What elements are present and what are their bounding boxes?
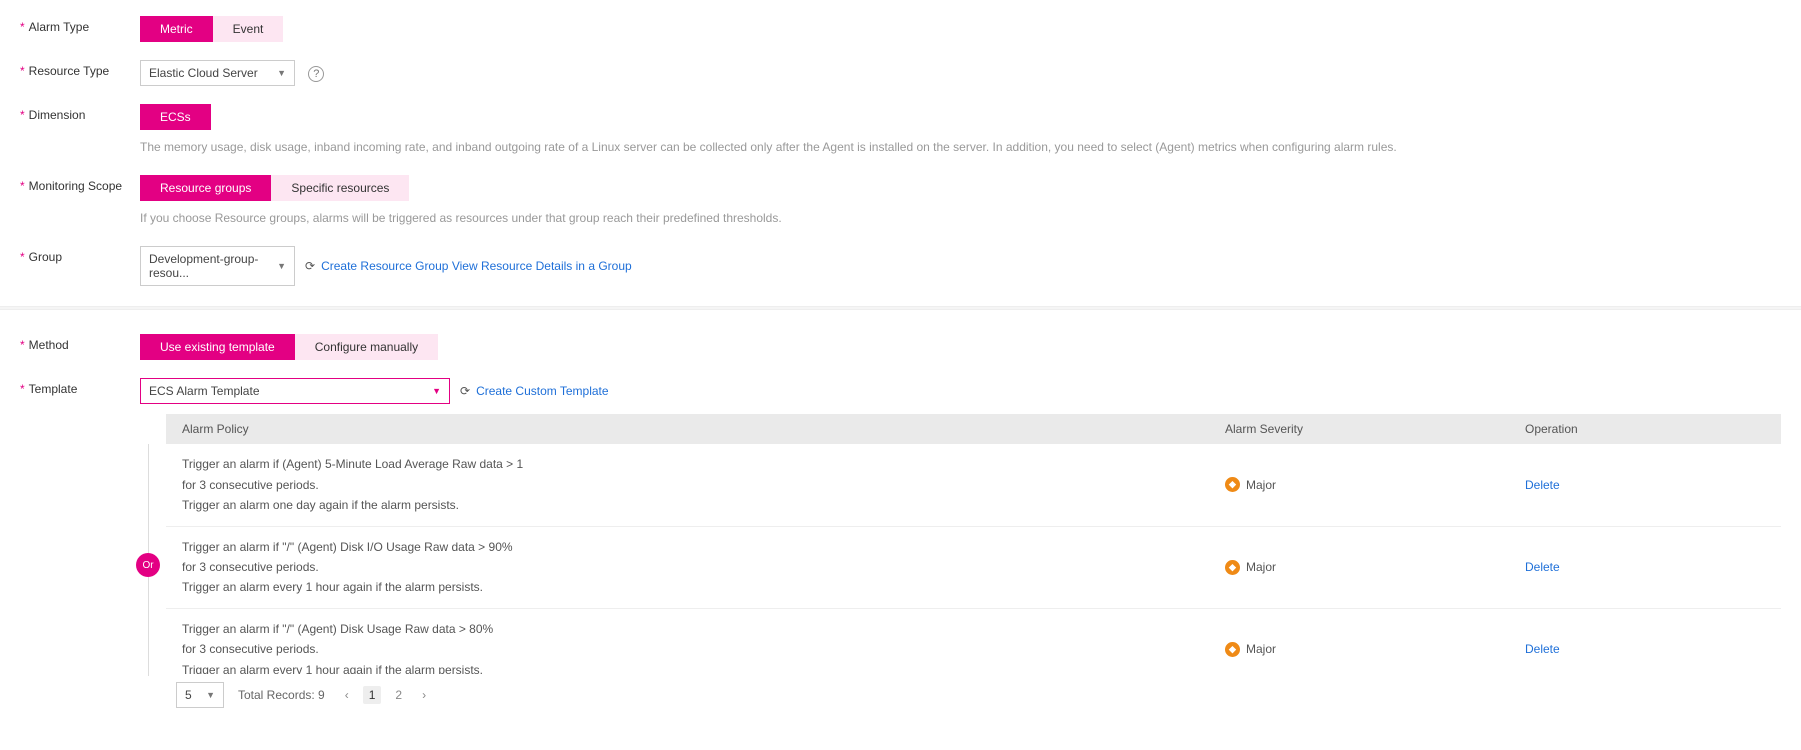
refresh-icon[interactable]: ⟳ — [305, 259, 315, 273]
total-records: Total Records: 9 — [238, 688, 325, 702]
label-empty — [20, 414, 140, 418]
policy-text: Trigger an alarm if "/" (Agent) Disk Usa… — [182, 619, 1225, 675]
severity-label: Major — [1246, 478, 1276, 492]
chevron-down-icon: ▼ — [432, 386, 441, 396]
scope-resource-groups[interactable]: Resource groups — [140, 175, 271, 201]
label-method: Method — [20, 334, 140, 352]
policy-table: Or Alarm Policy Alarm Severity Operation… — [166, 414, 1781, 716]
method-configure-manually[interactable]: Configure manually — [295, 334, 438, 360]
table-row: Trigger an alarm if "/" (Agent) Disk Usa… — [166, 609, 1781, 675]
dimension-ecss[interactable]: ECSs — [140, 104, 211, 130]
label-template: Template — [20, 378, 140, 396]
link-create-custom-template[interactable]: Create Custom Template — [476, 384, 609, 398]
resource-type-value: Elastic Cloud Server — [149, 66, 258, 80]
resource-type-select[interactable]: Elastic Cloud Server ▼ — [140, 60, 295, 86]
col-severity: Alarm Severity — [1225, 422, 1525, 436]
table-row: Trigger an alarm if "/" (Agent) Disk I/O… — [166, 527, 1781, 609]
col-policy: Alarm Policy — [182, 422, 1225, 436]
section-divider — [0, 306, 1801, 310]
severity-label: Major — [1246, 560, 1276, 574]
delete-link[interactable]: Delete — [1525, 478, 1560, 492]
group-value: Development-group-resou... — [149, 252, 271, 280]
help-icon[interactable]: ? — [308, 66, 324, 82]
scope-toggle: Resource groups Specific resources — [140, 175, 409, 201]
page-prev[interactable]: ‹ — [339, 686, 355, 704]
method-toggle: Use existing template Configure manually — [140, 334, 438, 360]
table-header: Alarm Policy Alarm Severity Operation — [166, 414, 1781, 444]
policy-scroll[interactable]: Trigger an alarm if (Agent) 5-Minute Loa… — [166, 444, 1781, 674]
label-resource-type: Resource Type — [20, 60, 140, 78]
pagination: 5 ▼ Total Records: 9 ‹ 1 2 › — [166, 674, 1781, 716]
page-next[interactable]: › — [416, 686, 432, 704]
label-alarm-type: Alarm Type — [20, 16, 140, 34]
link-view-resource-details[interactable]: View Resource Details in a Group — [452, 259, 632, 273]
alarm-type-toggle: Metric Event — [140, 16, 283, 42]
template-select[interactable]: ECS Alarm Template ▼ — [140, 378, 450, 404]
method-use-existing[interactable]: Use existing template — [140, 334, 295, 360]
alarm-type-event[interactable]: Event — [213, 16, 284, 42]
severity-major-icon: ◆ — [1225, 477, 1240, 492]
scope-hint: If you choose Resource groups, alarms wi… — [140, 209, 1781, 228]
label-dimension: Dimension — [20, 104, 140, 122]
label-monitoring-scope: Monitoring Scope — [20, 175, 140, 193]
page-1[interactable]: 1 — [363, 686, 382, 704]
policy-text: Trigger an alarm if (Agent) 5-Minute Loa… — [182, 454, 1225, 515]
scope-specific-resources[interactable]: Specific resources — [271, 175, 409, 201]
delete-link[interactable]: Delete — [1525, 560, 1560, 574]
or-badge: Or — [136, 553, 160, 577]
label-group: Group — [20, 246, 140, 264]
chevron-down-icon: ▼ — [277, 68, 286, 78]
chevron-down-icon: ▼ — [277, 261, 286, 271]
col-operation: Operation — [1525, 422, 1765, 436]
chevron-down-icon: ▼ — [206, 690, 215, 700]
delete-link[interactable]: Delete — [1525, 642, 1560, 656]
severity-label: Major — [1246, 642, 1276, 656]
alarm-type-metric[interactable]: Metric — [140, 16, 213, 42]
severity-major-icon: ◆ — [1225, 560, 1240, 575]
group-select[interactable]: Development-group-resou... ▼ — [140, 246, 295, 286]
severity-major-icon: ◆ — [1225, 642, 1240, 657]
page-size-value: 5 — [185, 688, 192, 702]
refresh-icon[interactable]: ⟳ — [460, 384, 470, 398]
page-size-select[interactable]: 5 ▼ — [176, 682, 224, 708]
policy-text: Trigger an alarm if "/" (Agent) Disk I/O… — [182, 537, 1225, 598]
dimension-hint: The memory usage, disk usage, inband inc… — [140, 138, 1781, 157]
page-2[interactable]: 2 — [389, 686, 408, 704]
link-create-resource-group[interactable]: Create Resource Group — [321, 259, 448, 273]
table-row: Trigger an alarm if (Agent) 5-Minute Loa… — [166, 444, 1781, 526]
template-value: ECS Alarm Template — [149, 384, 260, 398]
